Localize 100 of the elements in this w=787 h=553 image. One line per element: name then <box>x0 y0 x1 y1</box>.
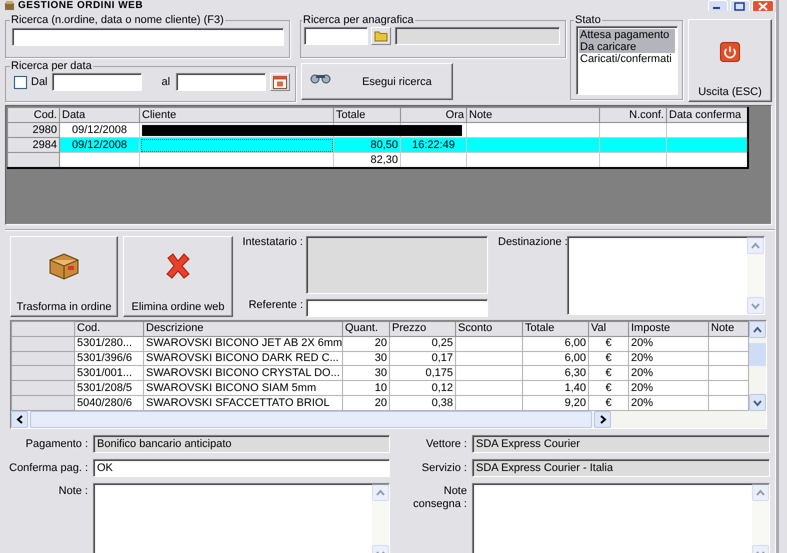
column-header[interactable]: Cod. <box>74 322 144 336</box>
table-cell <box>456 380 522 396</box>
table-cell: 6,30 <box>522 366 588 381</box>
column-header[interactable]: Note <box>466 108 600 122</box>
table-cell: 5301/396/6 <box>74 351 144 366</box>
field-label: Servizio : <box>420 461 467 476</box>
group-label: Ricerca per data <box>10 60 93 72</box>
list-item[interactable]: Attesa pagamento <box>579 29 675 41</box>
table-cell: € <box>588 366 628 381</box>
list-item[interactable]: Da caricare <box>579 41 675 53</box>
exit-button[interactable]: Uscita (ESC) <box>688 19 772 102</box>
table-cell <box>8 152 60 168</box>
maximize-icon[interactable] <box>730 0 750 11</box>
destination-field[interactable] <box>567 236 765 315</box>
search-field[interactable] <box>12 28 284 46</box>
column-header[interactable]: Data conferma <box>666 108 748 122</box>
table-cell: 5301/280... <box>74 336 144 352</box>
column-header[interactable]: Descrizione <box>144 322 342 336</box>
column-header[interactable]: Note <box>708 322 748 336</box>
table-cell: 0,175 <box>390 366 456 381</box>
column-header[interactable]: Ora <box>400 108 466 122</box>
column-header[interactable]: Totale <box>522 322 588 336</box>
column-header[interactable]: Cod. <box>8 108 60 122</box>
table-cell: 80,50 <box>334 138 400 152</box>
table-cell: 5301/001... <box>74 366 144 381</box>
table-cell: € <box>588 380 628 396</box>
column-header[interactable]: Imposte <box>628 322 708 336</box>
field-label: Intestatario : <box>241 236 304 250</box>
table-cell: SWAROVSKI BICONO DARK RED C... <box>144 351 342 366</box>
column-header[interactable]: Val <box>588 322 628 336</box>
table-cell: SWAROVSKI BICONO SIAM 5mm <box>144 380 342 396</box>
group-label: Stato <box>574 14 602 26</box>
table-cell: SWAROVSKI BICONO JET AB 2X 6mm <box>144 336 342 352</box>
scroll-up-icon[interactable] <box>747 237 764 254</box>
delivery-notes-field[interactable] <box>472 483 770 553</box>
search-button[interactable]: Esegui ricerca <box>301 63 454 100</box>
table-cell: 20 <box>342 336 390 352</box>
table-cell: 10 <box>342 380 390 396</box>
service-field[interactable]: SDA Express Courier - Italia <box>472 459 770 477</box>
box-icon <box>47 251 81 281</box>
field-label: Destinazione : <box>498 236 567 250</box>
horizontal-scrollbar[interactable] <box>11 411 766 428</box>
field-label: Referente : <box>248 299 304 313</box>
table-cell: 20% <box>628 351 708 366</box>
scroll-right-icon[interactable] <box>594 411 611 428</box>
browse-button[interactable] <box>371 27 391 45</box>
table-cell <box>456 336 522 352</box>
app-icon <box>4 1 15 11</box>
list-item[interactable]: Caricati/confermati <box>579 53 675 65</box>
field-label: Note consegna : <box>412 484 467 512</box>
close-icon[interactable] <box>752 0 774 11</box>
vertical-scrollbar[interactable] <box>372 484 389 553</box>
folder-icon <box>374 30 388 42</box>
binoculars-icon <box>310 72 332 84</box>
field-label: al <box>162 76 170 88</box>
table-cell <box>456 351 522 366</box>
to-date-field[interactable] <box>176 73 266 91</box>
table-cell: 5301/208/5 <box>74 380 144 396</box>
column-header[interactable]: Sconto <box>456 322 522 336</box>
column-header[interactable]: Prezzo <box>390 322 456 336</box>
table-cell: € <box>588 351 628 366</box>
table-cell: 0,25 <box>390 336 456 352</box>
field-label: Note : <box>58 484 88 499</box>
registry-code-field[interactable] <box>304 27 368 45</box>
registry-name-field[interactable] <box>395 27 560 45</box>
convert-button[interactable]: Trasforma in ordine <box>10 236 118 317</box>
vertical-scrollbar[interactable] <box>752 484 769 553</box>
table-cell: 30 <box>342 366 390 381</box>
scroll-up-icon[interactable] <box>749 321 766 338</box>
table-cell: 30 <box>342 351 390 366</box>
checkbox[interactable] <box>14 76 27 88</box>
table-cell: 6,00 <box>522 336 588 352</box>
delete-button[interactable]: Elimina ordine web <box>123 236 233 317</box>
scroll-up-icon[interactable] <box>752 484 769 501</box>
notes-field[interactable] <box>93 483 390 553</box>
table-cell: 0,17 <box>390 351 456 366</box>
column-header[interactable]: Totale <box>334 108 400 122</box>
column-header[interactable]: Cliente <box>140 108 334 122</box>
vertical-scrollbar[interactable] <box>747 237 764 314</box>
carrier-field[interactable]: SDA Express Courier <box>472 435 770 453</box>
calendar-button[interactable] <box>270 73 290 91</box>
holder-field[interactable] <box>306 236 488 294</box>
field-label: Vettore : <box>425 437 467 452</box>
from-date-field[interactable] <box>52 73 142 91</box>
vertical-scrollbar[interactable] <box>749 321 766 411</box>
window-title: GESTIONE ORDINI WEB <box>18 0 144 12</box>
column-header[interactable]: Quant. <box>342 322 390 336</box>
scroll-down-icon[interactable] <box>749 394 766 411</box>
scroll-up-icon[interactable] <box>372 484 389 501</box>
minimize-icon[interactable] <box>708 0 728 11</box>
field-label: Conferma pag. : <box>8 461 88 476</box>
column-header[interactable]: Data <box>60 108 140 122</box>
table-cell: 0,12 <box>390 380 456 396</box>
table-cell: 2984 <box>8 138 60 152</box>
payment-confirm-field[interactable]: OK <box>93 459 390 477</box>
payment-field[interactable]: Bonifico bancario anticipato <box>93 435 390 453</box>
column-header[interactable]: N.conf. <box>600 108 666 122</box>
contact-field[interactable] <box>306 299 488 317</box>
table-cell: 20% <box>628 336 708 352</box>
scroll-left-icon[interactable] <box>11 411 28 428</box>
